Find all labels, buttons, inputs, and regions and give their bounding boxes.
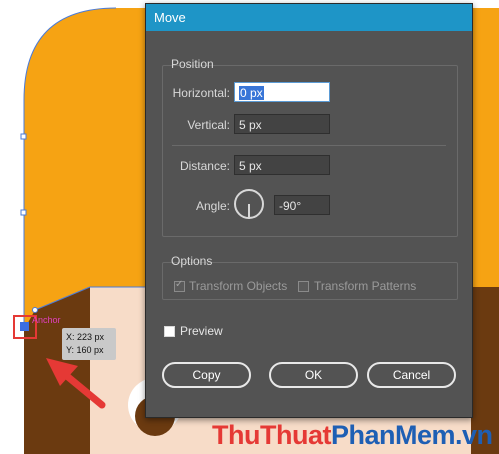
coordinate-tooltip: X: 223 px Y: 160 px [62, 328, 116, 360]
distance-input[interactable]: 5 px [234, 155, 330, 175]
copy-button[interactable]: Copy [162, 362, 251, 388]
transform-objects-label: Transform Objects [189, 279, 288, 293]
transform-objects-checkbox[interactable] [174, 279, 185, 292]
options-group-label: Options [171, 254, 213, 268]
anchor-label: Anchor [32, 315, 61, 325]
watermark-part2: Thuat [259, 420, 332, 450]
ok-button[interactable]: OK [269, 362, 358, 388]
selected-anchor-point[interactable] [20, 322, 29, 331]
transform-patterns-label: Transform Patterns [314, 279, 417, 293]
watermark-part1: Thu [212, 420, 260, 450]
distance-label: Distance: [179, 159, 230, 173]
watermark-logo: ThuThuatPhanMem.vn [212, 420, 493, 451]
dialog-title: Move [146, 4, 472, 31]
angle-label: Angle: [195, 199, 230, 213]
watermark-part4: .vn [455, 420, 493, 450]
horizontal-input[interactable]: 0 px [234, 82, 330, 102]
watermark-part3: PhanMem [330, 420, 456, 450]
angle-input[interactable]: -90° [274, 195, 330, 215]
horizontal-label: Horizontal: [172, 86, 230, 100]
anchor-point[interactable] [20, 209, 27, 216]
cancel-button[interactable]: Cancel [367, 362, 456, 388]
angle-dial-icon[interactable] [234, 189, 264, 219]
position-divider [172, 145, 446, 146]
tooltip-y: Y: 160 px [66, 345, 104, 355]
tooltip-x: X: 223 px [66, 332, 105, 342]
vertical-input[interactable]: 5 px [234, 114, 330, 134]
transform-patterns-checkbox[interactable] [298, 281, 309, 292]
move-dialog: Move Position Horizontal: 0 px Vertical:… [145, 3, 473, 418]
vertical-label: Vertical: [187, 118, 230, 132]
preview-label: Preview [180, 324, 223, 338]
anchor-point[interactable] [20, 133, 27, 140]
horizontal-value: 0 px [239, 86, 264, 100]
anchor-handle[interactable] [32, 307, 38, 313]
preview-checkbox[interactable] [164, 326, 175, 337]
position-group-label: Position [171, 57, 214, 71]
